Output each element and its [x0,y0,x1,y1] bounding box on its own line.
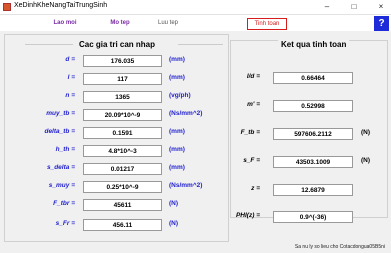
result-z: 12.6879 [273,184,353,196]
input-delta-tb[interactable]: 0.1591 [83,127,162,139]
unit-n: (vg/ph) [169,92,191,99]
input-label-l: l = [67,74,75,81]
app-icon [3,3,11,11]
input-label-s-delta: s_delta = [46,164,75,171]
results-panel-title: Ket qua tinh toan [278,40,350,49]
result-phi: 0.9^(-36) [273,211,353,223]
input-label-n: n = [65,92,75,99]
result-label-f-tb: F_tb = [240,129,260,136]
input-muy-tb[interactable]: 20.09*10^-9 [83,109,162,121]
result-ld: 0.66464 [273,72,353,84]
input-d[interactable]: 176.035 [83,55,162,67]
main-content: Cac gia tri can nhap d = 176.035 (mm) l … [4,34,388,243]
minimize-button[interactable]: – [318,0,336,14]
unit-d: (mm) [169,56,185,63]
input-s-fr[interactable]: 456.11 [83,219,162,231]
result-s-f: 43503.1009 [273,156,353,168]
result-f-tb: 597606.2112 [273,128,353,140]
input-label-h-th: h_th = [55,146,75,153]
status-text: Sa nu ly so lieu cho Cotacdongua05B5ni [294,244,385,250]
input-panel: Cac gia tri can nhap d = 176.035 (mm) l … [4,34,229,242]
help-button[interactable]: ? [374,16,389,31]
result-label-m: m' = [247,101,260,108]
input-label-delta-tb: delta_tb = [44,128,75,135]
calculate-button[interactable]: Tinh toan [247,18,287,30]
input-l[interactable]: 117 [83,73,162,85]
input-label-muy-tb: muy_tb = [46,110,75,117]
input-label-s-muy: s_muy = [48,182,75,189]
result-m: 0.52998 [273,100,353,112]
unit-l: (mm) [169,74,185,81]
unit-s-delta: (mm) [169,164,185,171]
new-button[interactable]: Lao moi [50,18,80,28]
open-file-button[interactable]: Mo tep [105,18,135,28]
unit-s-fr: (N) [169,220,179,227]
input-label-f-tbr: F_tbr = [53,200,75,207]
app-window: XeDinhKheNangTaiTrungSinh – □ × Lao moi … [0,0,391,253]
input-f-tbr[interactable]: 45611 [83,199,162,211]
maximize-button[interactable]: □ [345,0,363,14]
unit-h-th: (mm) [169,146,185,153]
toolbar: Lao moi Mo tep Luu tep Tinh toan [0,15,391,31]
unit-delta-tb: (mm) [169,128,185,135]
window-title: XeDinhKheNangTaiTrungSinh [14,2,108,9]
title-bar: XeDinhKheNangTaiTrungSinh – □ × [0,0,391,15]
input-label-d: d = [65,56,75,63]
unit-muy-tb: (Ns/mm^2) [169,110,203,117]
input-s-delta[interactable]: 0.01217 [83,163,162,175]
result-label-phi: PHI(z) = [235,212,260,219]
unit-f-tbr: (N) [169,200,179,207]
close-button[interactable]: × [372,0,390,14]
input-s-muy[interactable]: 0.25*10^-9 [83,181,162,193]
result-unit-s-f: (N) [361,157,371,164]
input-label-s-fr: s_Fr = [55,220,75,227]
input-n[interactable]: 1365 [83,91,162,103]
result-label-s-f: s_F = [243,157,260,164]
result-label-ld: l/d = [246,73,260,80]
save-file-button[interactable]: Luu tep [153,18,183,28]
input-panel-title: Cac gia tri can nhap [79,40,156,49]
unit-s-muy: (Ns/mm^2) [169,182,203,189]
results-panel: Ket qua tinh toan l/d = 0.66464 m' = 0.5… [230,40,388,223]
input-h-th[interactable]: 4.8*10^-3 [83,145,162,157]
result-unit-f-tb: (N) [361,129,371,136]
result-label-z: z = [251,185,260,192]
